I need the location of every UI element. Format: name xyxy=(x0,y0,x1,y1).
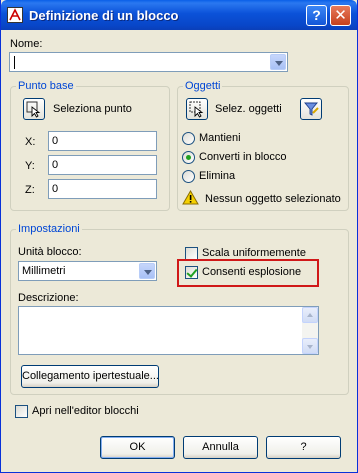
open-in-editor-checkbox[interactable] xyxy=(15,405,28,418)
pick-point-icon xyxy=(26,101,41,118)
chevron-down-icon[interactable] xyxy=(139,263,155,279)
quick-select-button[interactable] xyxy=(300,98,322,120)
radio-convert[interactable] xyxy=(182,151,195,164)
y-value: 0 xyxy=(52,159,59,171)
name-combo[interactable] xyxy=(9,52,288,72)
help-button[interactable]: ? xyxy=(266,436,341,459)
autocad-app-icon xyxy=(7,7,23,23)
open-in-editor-label: Apri nell'editor blocchi xyxy=(32,405,139,417)
radio-retain[interactable] xyxy=(182,132,195,145)
z-label: Z: xyxy=(25,184,35,196)
cancel-button[interactable]: Annulla xyxy=(183,436,258,459)
x-input[interactable]: 0 xyxy=(48,131,157,151)
chevron-down-icon[interactable] xyxy=(270,54,286,70)
description-textarea[interactable] xyxy=(18,306,319,355)
y-input[interactable]: 0 xyxy=(48,155,157,175)
allow-explode-label: Consenti esplosione xyxy=(202,266,302,278)
scroll-up-icon[interactable] xyxy=(302,307,318,323)
radio-delete[interactable] xyxy=(182,170,195,183)
block-unit-select[interactable]: Millimetri xyxy=(18,261,157,281)
name-label: Nome: xyxy=(10,38,43,50)
y-label: Y: xyxy=(25,160,35,172)
block-unit-value: Millimetri xyxy=(22,265,66,277)
window-title: Definizione di un blocco xyxy=(29,8,179,23)
hyperlink-button[interactable]: Collegamento ipertestuale... xyxy=(21,365,159,388)
x-value: 0 xyxy=(52,135,59,147)
radio-delete-label: Elimina xyxy=(199,170,236,182)
ok-button[interactable]: OK xyxy=(100,436,175,459)
title-bar[interactable]: Definizione di un blocco ? ✕ xyxy=(1,0,357,30)
select-objects-label: Selez. oggetti xyxy=(215,103,282,115)
select-objects-button[interactable] xyxy=(186,98,208,120)
scroll-down-icon[interactable] xyxy=(302,338,318,354)
warning-icon xyxy=(182,190,199,205)
allow-explode-checkbox[interactable] xyxy=(185,266,198,279)
settings-group-title: Impostazioni xyxy=(16,223,82,235)
z-input[interactable]: 0 xyxy=(48,179,157,199)
pick-point-label: Seleziona punto xyxy=(53,103,132,115)
z-value: 0 xyxy=(52,183,59,195)
pick-point-button[interactable] xyxy=(23,98,45,120)
radio-retain-label: Mantieni xyxy=(199,132,241,144)
description-scrollbar[interactable] xyxy=(302,307,318,354)
block-unit-label: Unità blocco: xyxy=(18,246,82,258)
warning-text: Nessun oggetto selezionato xyxy=(205,193,341,205)
close-button[interactable]: ✕ xyxy=(330,5,351,26)
filter-funnel-icon xyxy=(304,102,319,116)
radio-convert-label: Converti in blocco xyxy=(199,151,287,163)
objects-group-title: Oggetti xyxy=(183,80,223,92)
title-help-button[interactable]: ? xyxy=(306,5,327,26)
description-label: Descrizione: xyxy=(18,292,79,304)
base-point-group-title: Punto base xyxy=(16,80,76,92)
select-objects-icon xyxy=(189,101,204,118)
x-label: X: xyxy=(25,136,36,148)
text-caret xyxy=(14,56,15,69)
scale-uniform-label: Scala uniformemente xyxy=(202,247,306,259)
block-definition-dialog: Definizione di un blocco ? ✕ Nome: Punto… xyxy=(0,0,358,473)
